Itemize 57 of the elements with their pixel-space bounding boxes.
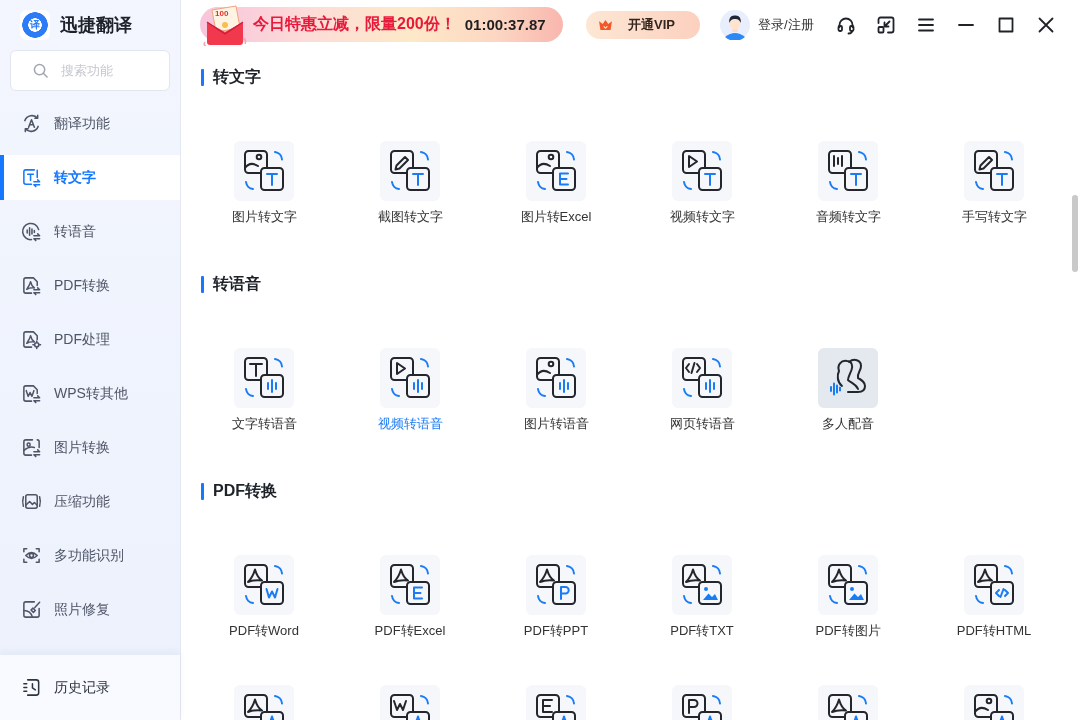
sidebar-item[interactable]: 多功能识别 (0, 533, 180, 578)
promo-text: 今日特惠立减，限量200份！ (253, 14, 456, 34)
sidebar-item[interactable]: 转文字 (0, 155, 180, 200)
avatar-icon[interactable] (720, 10, 750, 40)
app-name: 迅捷翻译 (60, 14, 132, 37)
coupon-value: 100 (215, 8, 229, 18)
history-button[interactable]: 历史记录 (0, 665, 180, 710)
pdf-document-swap-icon (21, 275, 42, 296)
eye-scan-icon (21, 545, 42, 566)
sound-wave-swap-icon (21, 221, 42, 242)
scrollbar-thumb[interactable] (1072, 195, 1078, 272)
feature-button[interactable]: PDF转HTML (956, 555, 1032, 640)
history-icon (21, 677, 42, 698)
feature-button[interactable]: PDF转图片 (815, 555, 881, 640)
image-brush-icon (21, 599, 42, 620)
sidebar-item[interactable]: PDF转换 (0, 263, 180, 308)
section-title: PDF转换 (201, 481, 277, 501)
feature-button[interactable]: 文字转语音 (231, 348, 297, 433)
sidebar-item[interactable]: 翻译功能 (0, 101, 180, 146)
document-w-swap-icon (21, 383, 42, 404)
feature-button[interactable]: PDF转Excel (374, 555, 446, 640)
vip-button[interactable]: 开通VIP (586, 11, 700, 39)
feature-button[interactable]: 手写转文字 (961, 141, 1027, 226)
translate-icon (21, 113, 42, 134)
section-title: 转文字 (201, 67, 261, 87)
feature-button[interactable]: 图片转Excel (520, 141, 592, 226)
feature-button[interactable]: 网页转语音 (669, 348, 735, 433)
feature-button[interactable]: 音频转文字 (815, 141, 881, 226)
text-swap-icon (21, 167, 42, 188)
sidebar-item[interactable]: 图片转换 (0, 425, 180, 470)
feature-button[interactable]: 视频转文字 (669, 141, 735, 226)
section-title: 转语音 (201, 274, 261, 294)
pdf-document-gear-icon (21, 329, 42, 350)
envelope-icon (203, 3, 247, 46)
feature-button[interactable]: 视频转语音 (377, 348, 443, 433)
image-compress-icon (21, 491, 42, 512)
image-swap-icon (21, 437, 42, 458)
feature-button[interactable]: 截图转文字 (377, 141, 443, 226)
search-field[interactable]: 搜索功能 (10, 50, 170, 91)
sidebar-item[interactable]: 转语音 (0, 209, 180, 254)
app-logo: 译 (20, 10, 50, 40)
feature-button[interactable]: PDF转TXT (670, 555, 734, 640)
crown-icon (598, 19, 613, 31)
feature-button[interactable]: PDF转PPT (523, 555, 589, 640)
feature-button[interactable]: 图片转文字 (231, 141, 297, 226)
sidebar-item[interactable]: PDF处理 (0, 317, 180, 362)
countdown-timer: 01:00:37.87 (464, 16, 546, 33)
feature-button[interactable]: PDF转Word (229, 555, 299, 640)
sidebar-item[interactable]: 照片修复 (0, 587, 180, 632)
search-icon (33, 63, 48, 78)
login-link[interactable]: 登录/注册 (758, 16, 814, 34)
exit-fullscreen-icon[interactable] (875, 15, 896, 35)
sidebar-item[interactable]: WPS转其他 (0, 371, 180, 416)
headset-icon[interactable] (835, 15, 856, 35)
feature-button[interactable]: 图片转语音 (523, 348, 589, 433)
sidebar-item[interactable]: 压缩功能 (0, 479, 180, 524)
feature-button[interactable]: 多人配音 (818, 348, 878, 433)
